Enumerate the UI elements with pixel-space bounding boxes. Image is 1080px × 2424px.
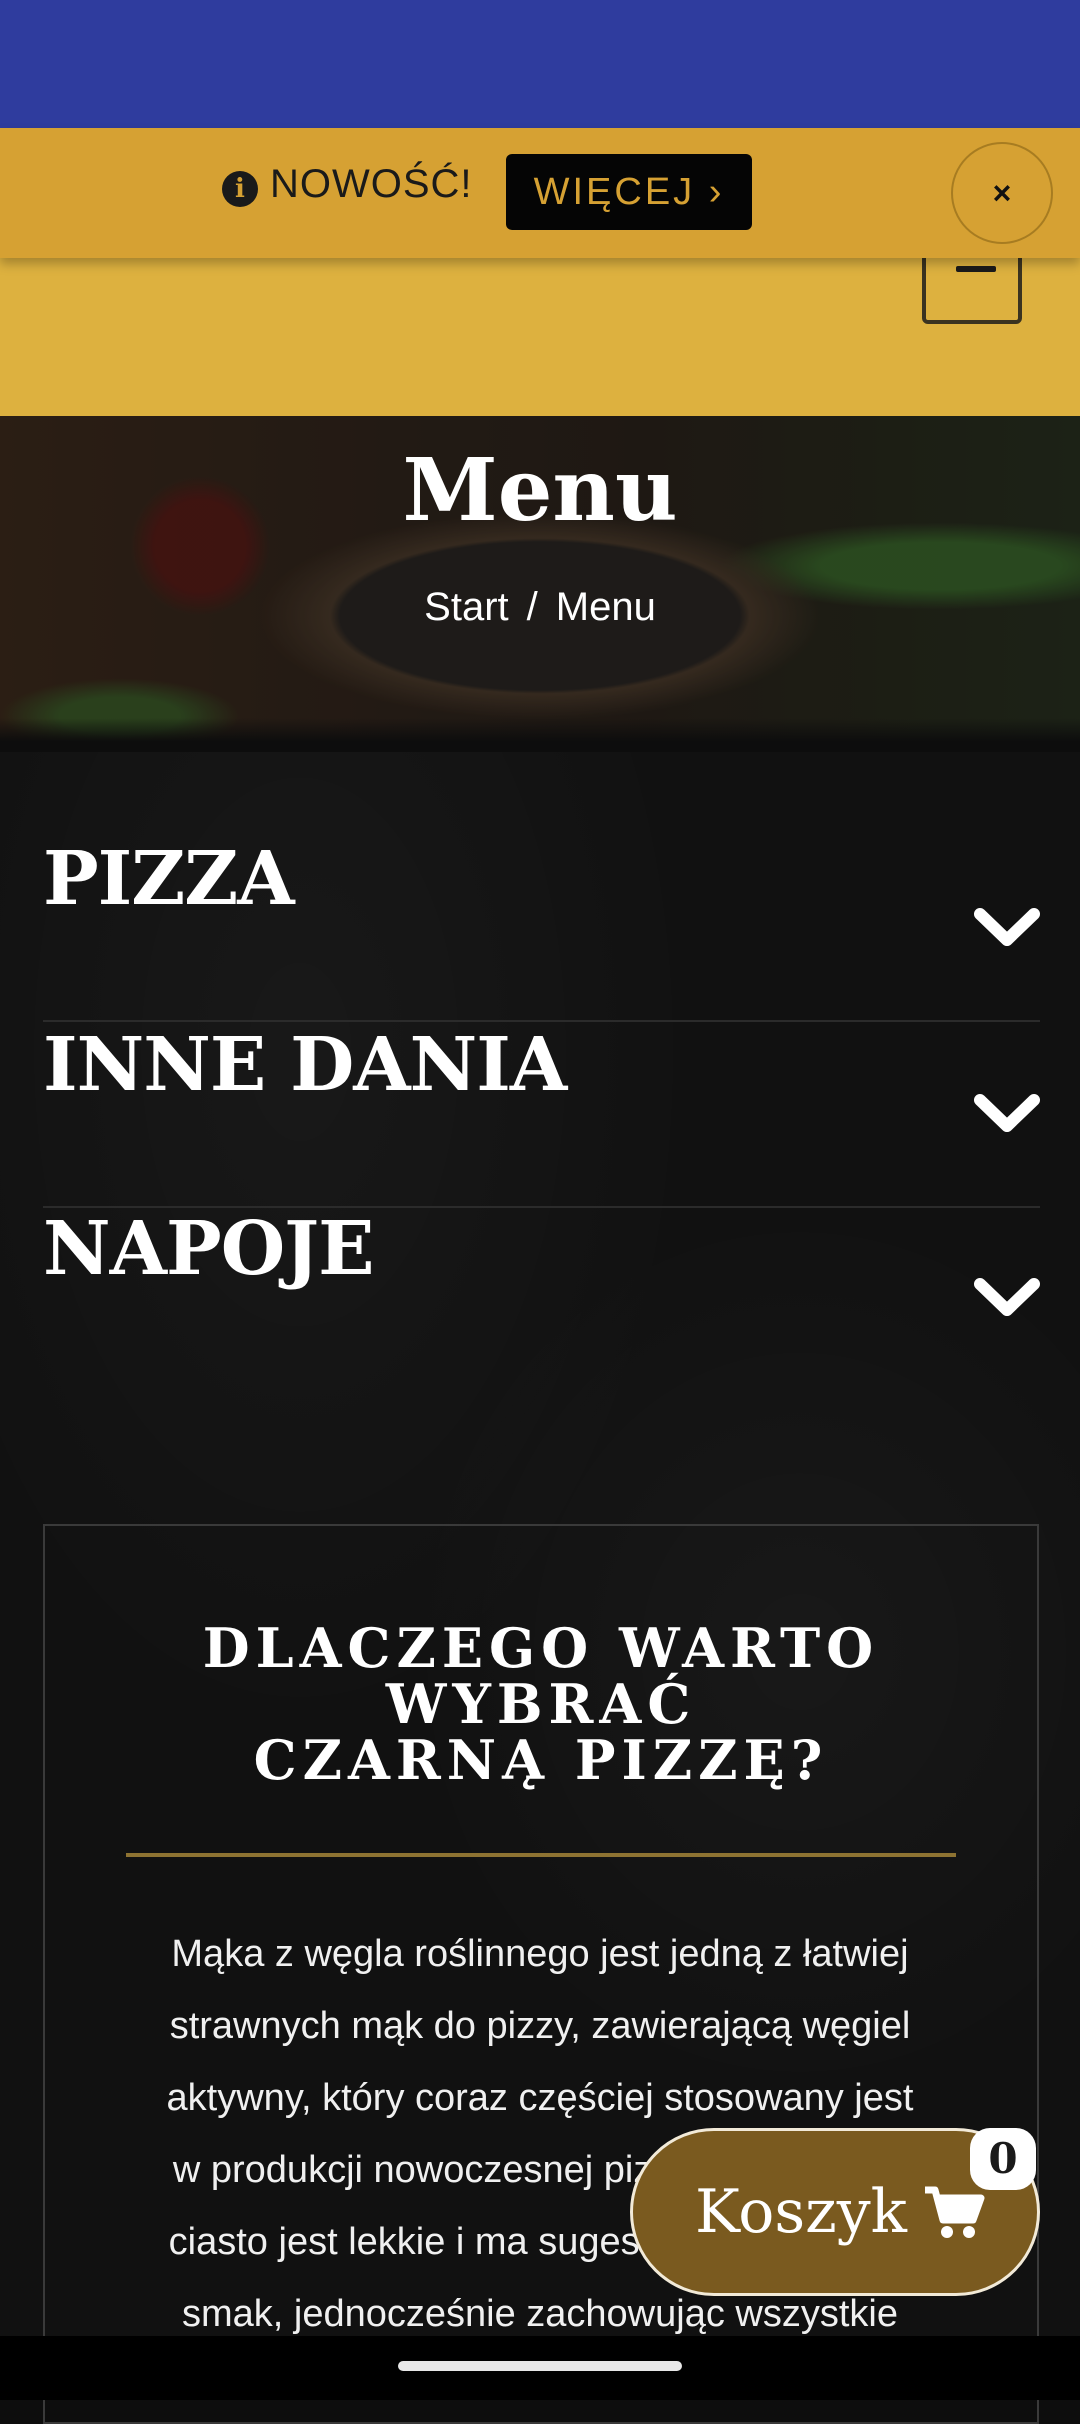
accordion-inne-dania[interactable]: INNE DANIA: [43, 1022, 1040, 1208]
cart-label: Koszyk: [695, 2177, 907, 2247]
status-bar: [0, 0, 1080, 128]
notice-text: NOWOŚĆ!: [270, 162, 473, 206]
text-line: aktywny, który coraz częściej stosowany …: [166, 2077, 914, 2119]
chevron-down-icon: [974, 908, 1040, 946]
text-line: strawnych mąk do pizzy, zawierającą węgi…: [169, 2005, 911, 2047]
accordion-pizza[interactable]: PIZZA: [43, 836, 1040, 1022]
page-title: Menu: [402, 440, 678, 541]
accordion-label: NAPOJE: [43, 1206, 375, 1292]
hamburger-icon-bar: [956, 266, 996, 272]
chevron-down-icon: [974, 1278, 1040, 1316]
text-line: Mąka z węgla roślinnego jest jedną z łat…: [171, 1933, 909, 1975]
accordion-label: PIZZA: [43, 836, 295, 922]
shopping-cart-icon: [925, 2186, 985, 2238]
divider: [126, 1853, 956, 1857]
accordion-napoje[interactable]: NAPOJE: [43, 1206, 1040, 1390]
breadcrumb: Start / Menu: [0, 585, 1080, 630]
more-button[interactable]: WIĘCEJ ›: [506, 154, 752, 230]
why-title-line: WYBRAĆ: [385, 1672, 697, 1736]
accordion-label: INNE DANIA: [43, 1022, 567, 1108]
breadcrumb-home-link[interactable]: Start: [424, 585, 508, 629]
why-title-line: DLACZEGO WARTO: [202, 1616, 880, 1680]
home-gesture-handle[interactable]: [398, 2361, 682, 2371]
chevron-down-icon: [974, 1094, 1040, 1132]
close-notice-button[interactable]: ×: [951, 142, 1053, 244]
info-icon: i: [222, 171, 258, 207]
breadcrumb-current: Menu: [555, 585, 656, 629]
why-title-line: CZARNĄ PIZZĘ?: [253, 1728, 829, 1792]
why-section-title: DLACZEGO WARTO WYBRAĆ CZARNĄ PIZZĘ?: [43, 1620, 1039, 1788]
breadcrumb-separator: /: [526, 585, 538, 629]
cart-count-badge: 0: [970, 2128, 1036, 2190]
